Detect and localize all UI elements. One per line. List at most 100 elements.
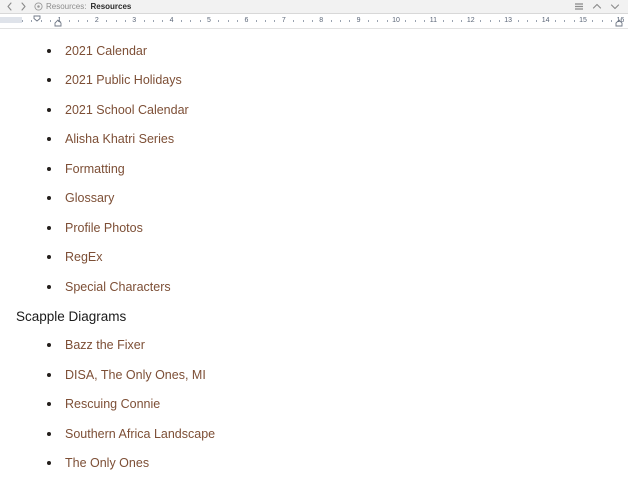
ruler-tick: [237, 20, 239, 22]
list-item-label[interactable]: Bazz the Fixer: [65, 339, 145, 352]
ruler-tick: [293, 20, 295, 22]
chevron-right-icon[interactable]: [20, 2, 27, 11]
ruler-tick: [255, 20, 257, 22]
list-item-label[interactable]: Alisha Khatri Series: [65, 133, 174, 146]
ruler-number: 4: [169, 17, 174, 24]
list-item[interactable]: Bazz the Fixer: [0, 331, 628, 361]
list-item-label[interactable]: Rescuing Connie: [65, 398, 160, 411]
ruler-tick: [480, 20, 482, 22]
document-editor-canvas[interactable]: 2021 Calendar 2021 Public Holidays 2021 Sc…: [0, 29, 628, 499]
right-indent-marker[interactable]: [615, 19, 623, 27]
ruler-number: 13: [504, 17, 513, 24]
bullet-icon: [47, 255, 51, 260]
list-item-label[interactable]: The Only Ones: [65, 457, 149, 470]
ruler-tick: [50, 20, 52, 22]
ruler-number: 3: [132, 17, 137, 24]
ruler-tick: [386, 20, 388, 22]
ruler-tick: [611, 20, 613, 22]
list-item[interactable]: Southern Africa Landscape: [0, 419, 628, 449]
chevron-up-icon[interactable]: [592, 2, 602, 11]
list-item[interactable]: RegEx: [0, 243, 628, 273]
first-line-indent-marker[interactable]: [33, 15, 41, 22]
list-item-label[interactable]: Formatting: [65, 162, 125, 176]
list-item-label[interactable]: 2021 School Calendar: [65, 103, 189, 117]
chevron-down-icon[interactable]: [610, 2, 620, 11]
list-item[interactable]: Formatting: [0, 154, 628, 184]
ruler-tick: [554, 20, 556, 22]
target-circle-icon: [34, 2, 43, 11]
breadcrumb-parent[interactable]: Resources:: [46, 2, 86, 11]
ruler-tick: [162, 20, 164, 22]
list-item-label[interactable]: Glossary: [65, 192, 114, 205]
ruler-tick: [218, 20, 220, 22]
ruler-tick: [517, 20, 519, 22]
bullet-icon: [47, 284, 51, 289]
bullet-icon: [47, 48, 51, 53]
list-item[interactable]: DISA, The Only Ones, MI: [0, 360, 628, 390]
ruler-tick: [330, 20, 332, 22]
list-item[interactable]: Glossary: [0, 184, 628, 214]
list-item[interactable]: Rescuing Connie: [0, 390, 628, 420]
left-indent-marker[interactable]: [54, 19, 62, 27]
list-item[interactable]: 2021 Calendar: [0, 36, 628, 66]
ruler-tick: [536, 20, 538, 22]
ruler-tick: [349, 20, 351, 22]
ruler-tick: [22, 20, 23, 22]
breadcrumb-current: Resources: [90, 1, 132, 11]
ruler-tick: [87, 20, 89, 22]
bullet-icon: [47, 166, 51, 171]
ruler-tick: [377, 20, 379, 22]
list-item[interactable]: Alisha Khatri Series: [0, 125, 628, 155]
titlebar-right-controls: [574, 2, 624, 11]
list-item[interactable]: Special Characters: [0, 272, 628, 302]
list-item-label[interactable]: Special Characters: [65, 280, 171, 294]
ruler-tick: [152, 20, 154, 22]
list-item-label[interactable]: Profile Photos: [65, 221, 143, 235]
ruler-tick: [498, 20, 500, 22]
ruler-tick: [601, 20, 603, 22]
ruler-number: 2: [94, 17, 99, 24]
ruler-number: 11: [429, 17, 438, 24]
ruler-tick: [106, 20, 108, 22]
ruler[interactable]: 1 2 3 4 5 6 7 8 9 10 11 12 13 14 15 16: [0, 14, 628, 29]
list-item-label[interactable]: Southern Africa Landscape: [65, 427, 215, 441]
ruler-number: 14: [541, 17, 550, 24]
list-item[interactable]: 2021 Public Holidays: [0, 66, 628, 96]
list-item-label[interactable]: 2021 Public Holidays: [65, 74, 182, 87]
navigation-arrows: [6, 2, 27, 11]
list-item-label[interactable]: RegEx: [65, 251, 103, 264]
bullet-icon: [47, 225, 51, 230]
list-item-label[interactable]: 2021 Calendar: [65, 44, 147, 58]
bullet-icon: [47, 402, 51, 407]
ruler-tick: [339, 20, 341, 22]
ruler-tick: [489, 20, 491, 22]
ruler-number: 12: [466, 17, 475, 24]
bullet-icon: [47, 78, 51, 83]
ruler-tick: [424, 20, 426, 22]
ruler-number: 7: [281, 17, 286, 24]
list-item[interactable]: Profile Photos: [0, 213, 628, 243]
ruler-tick: [180, 20, 182, 22]
ruler-left-margin-area: [0, 17, 22, 23]
layout-list-icon[interactable]: [574, 2, 584, 11]
ruler-tick: [442, 20, 444, 22]
ruler-tick: [265, 20, 267, 22]
ruler-number: 9: [356, 17, 361, 24]
ruler-tick: [143, 20, 145, 22]
ruler-tick: [573, 20, 575, 22]
chevron-left-icon[interactable]: [6, 2, 13, 11]
bullet-icon: [47, 107, 51, 112]
resources-bulleted-list: 2021 Calendar 2021 Public Holidays 2021 Sc…: [0, 36, 628, 302]
ruler-tick: [452, 20, 454, 22]
scapple-diagrams-bulleted-list: Bazz the Fixer DISA, The Only Ones, MI Res…: [0, 331, 628, 479]
list-item[interactable]: 2021 School Calendar: [0, 95, 628, 125]
ruler-number: 8: [319, 17, 324, 24]
bullet-icon: [47, 343, 51, 348]
bullet-icon: [47, 372, 51, 377]
list-item-label[interactable]: DISA, The Only Ones, MI: [65, 368, 206, 382]
breadcrumb[interactable]: Resources: Resources: [46, 1, 132, 11]
ruler-tick: [367, 20, 369, 22]
list-item[interactable]: The Only Ones: [0, 449, 628, 479]
ruler-number: 15: [579, 17, 587, 24]
ruler-tick: [414, 20, 416, 22]
